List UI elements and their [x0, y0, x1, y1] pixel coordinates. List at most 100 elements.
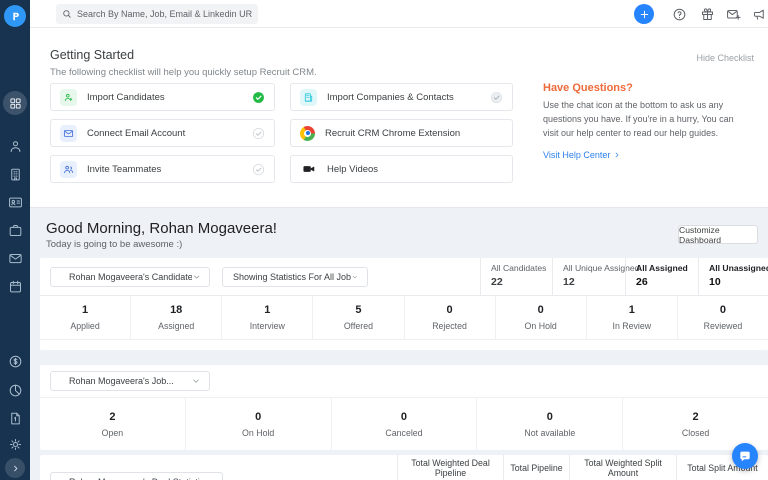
help-button[interactable] [672, 7, 687, 22]
checklist-item-connect-email[interactable]: Connect Email Account [50, 119, 275, 147]
sidebar-item-candidates[interactable] [0, 134, 30, 158]
sidebar-expand-button[interactable] [5, 458, 25, 478]
email-compose-button[interactable] [726, 7, 741, 22]
job-status-not-available[interactable]: 0Not available [477, 398, 623, 450]
connect-email-icon [60, 125, 77, 142]
candidate-person-icon [8, 139, 23, 154]
sidebar-item-dashboard[interactable] [3, 91, 27, 115]
candidate-status-assigned[interactable]: 18Assigned [131, 296, 222, 339]
video-icon [300, 161, 317, 178]
announcement-icon [752, 7, 767, 22]
mail-plus-icon [726, 7, 741, 22]
company-building-icon [8, 167, 23, 182]
candidate-status-rejected[interactable]: 0Rejected [405, 296, 496, 339]
candidate-status-applied[interactable]: 1Applied [40, 296, 131, 339]
checklist-column-2: Import Companies & Contacts Recruit CRM … [290, 83, 513, 183]
check-pending-icon [252, 163, 265, 176]
getting-started-subtitle: The following checklist will help you qu… [50, 67, 317, 78]
greeting-title: Good Morning, Rohan Mogaveera! [46, 220, 277, 237]
candidate-status-interview[interactable]: 1Interview [222, 296, 313, 339]
hide-checklist-link[interactable]: Hide Checklist [696, 53, 754, 63]
chrome-icon [300, 126, 315, 141]
candidate-owner-dropdown[interactable]: Rohan Mogaveera's Candidate... [50, 267, 210, 287]
rewards-button[interactable] [700, 7, 715, 22]
job-status-filter-dropdown[interactable]: Showing Statistics For All Job Statuses [222, 267, 368, 287]
chat-widget-button[interactable] [732, 443, 758, 469]
have-questions-title: Have Questions? [543, 82, 633, 94]
have-questions-body: Use the chat icon at the bottom to ask u… [543, 99, 743, 141]
quick-add-button[interactable] [634, 4, 654, 24]
contact-card-icon [8, 195, 23, 210]
recruit-crm-logo-icon [4, 5, 26, 27]
deal-header-weighted-split: Total Weighted Split Amount [569, 455, 676, 480]
reports-pie-icon [8, 383, 23, 398]
sidebar-item-reports[interactable] [0, 378, 30, 402]
sidebar-item-deals[interactable] [0, 349, 30, 373]
dashboard-grid-icon [9, 97, 22, 110]
topbar [30, 0, 768, 28]
summary-all-assigned: All Assigned 26 [625, 258, 698, 296]
sidebar-item-contacts[interactable] [0, 190, 30, 214]
checklist-item-help-videos[interactable]: Help Videos [290, 155, 513, 183]
plus-icon [639, 9, 650, 20]
summary-all-unassigned: All Unassigned 10 [698, 258, 768, 296]
import-candidates-icon [60, 89, 77, 106]
settings-gear-icon [8, 437, 23, 452]
sidebar-item-email[interactable] [0, 246, 30, 270]
job-stats-card: Rohan Mogaveera's Job... 2Open 0On Hold … [40, 365, 768, 450]
deal-owner-dropdown[interactable]: Rohan Mogaveera's Deal Statistics [50, 472, 223, 480]
candidate-summary-row: All Candidates 22 All Unique Assigned 12… [480, 258, 768, 296]
sidebar-item-calendar[interactable] [0, 274, 30, 298]
checklist-item-import-companies[interactable]: Import Companies & Contacts [290, 83, 513, 111]
candidate-status-reviewed[interactable]: 0Reviewed [678, 296, 768, 339]
job-owner-dropdown[interactable]: Rohan Mogaveera's Job... [50, 371, 210, 391]
invoice-document-icon [8, 411, 23, 426]
chevron-right-icon [10, 463, 21, 474]
checklist-item-invite-teammates[interactable]: Invite Teammates [50, 155, 275, 183]
candidate-status-on-hold[interactable]: 0On Hold [496, 296, 587, 339]
checklist-item-label: Invite Teammates [87, 164, 161, 175]
announcements-button[interactable] [752, 7, 767, 22]
gift-icon [700, 7, 715, 22]
checklist-item-label: Import Candidates [87, 92, 165, 103]
checklist-item-label: Recruit CRM Chrome Extension [325, 128, 460, 139]
email-envelope-icon [8, 251, 23, 266]
chevron-down-icon [192, 272, 201, 282]
check-pending-icon [490, 91, 503, 104]
sidebar-item-settings[interactable] [0, 432, 30, 456]
deal-header-total-pipeline: Total Pipeline [503, 455, 569, 480]
job-status-open[interactable]: 2Open [40, 398, 186, 450]
chat-bubble-icon [738, 449, 752, 463]
sidebar-item-companies[interactable] [0, 162, 30, 186]
main-content: Getting Started The following checklist … [30, 28, 768, 480]
deal-headers-row: Total Weighted Deal Pipeline Total Pipel… [397, 455, 768, 480]
chevron-down-icon [191, 376, 201, 386]
deal-stats-card: Rohan Mogaveera's Deal Statistics Total … [40, 455, 768, 480]
checklist-item-import-candidates[interactable]: Import Candidates [50, 83, 275, 111]
calendar-icon [8, 279, 23, 294]
check-pending-icon [252, 127, 265, 140]
candidate-status-row: 1Applied 18Assigned 1Interview 5Offered … [40, 296, 768, 340]
import-companies-icon [300, 89, 317, 106]
getting-started-title: Getting Started [50, 48, 134, 62]
help-icon [672, 7, 687, 22]
chevron-down-icon [351, 272, 359, 282]
candidate-stats-header: Rohan Mogaveera's Candidate... Showing S… [40, 258, 768, 296]
sidebar-item-jobs[interactable] [0, 218, 30, 242]
visit-help-center-link[interactable]: Visit Help Center [543, 150, 621, 160]
summary-all-candidates: All Candidates 22 [480, 258, 552, 296]
job-status-canceled[interactable]: 0Canceled [332, 398, 478, 450]
customize-dashboard-button[interactable]: Customize Dashboard [678, 225, 758, 244]
sidebar [0, 0, 30, 480]
search-input[interactable] [77, 9, 252, 19]
candidate-status-in-review[interactable]: 1In Review [587, 296, 678, 339]
checklist-item-chrome-extension[interactable]: Recruit CRM Chrome Extension [290, 119, 513, 147]
deals-dollar-icon [8, 354, 23, 369]
sidebar-item-invoices[interactable] [0, 406, 30, 430]
global-search[interactable] [56, 4, 258, 24]
getting-started-section: Getting Started The following checklist … [30, 28, 768, 208]
check-done-icon [252, 91, 265, 104]
job-status-on-hold[interactable]: 0On Hold [186, 398, 332, 450]
candidate-status-offered[interactable]: 5Offered [313, 296, 404, 339]
job-status-row: 2Open 0On Hold 0Canceled 0Not available … [40, 397, 768, 450]
